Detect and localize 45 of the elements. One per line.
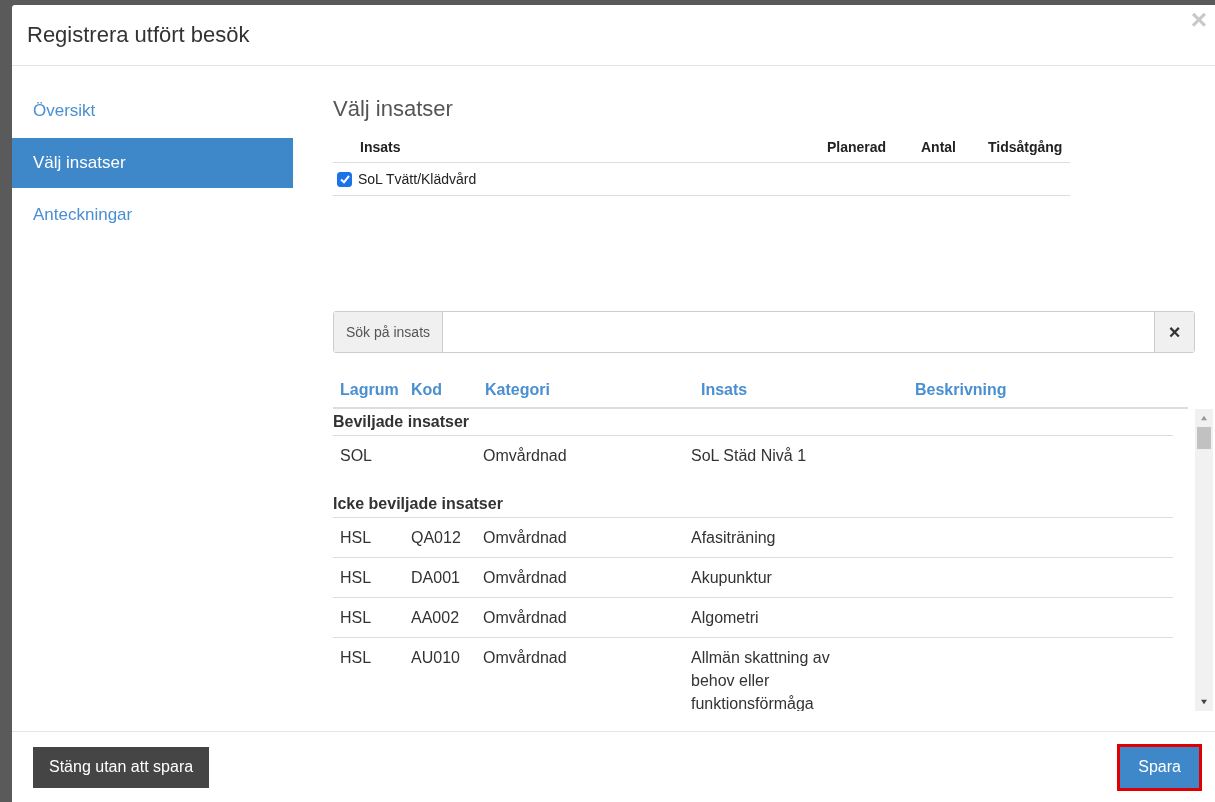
scroll-down-icon[interactable] [1200,699,1208,705]
table-cell-text: HSL [340,608,373,628]
column-header: Insats [360,139,402,155]
table-cell-text: SoL Städ Nivå 1 [691,446,808,466]
scroll-up-icon[interactable] [1200,415,1208,421]
table-cell: AA002 [411,609,460,626]
column-header[interactable]: Kategori [485,381,701,399]
table-cell-text: HSL [340,648,373,668]
save-button[interactable]: Spara [1120,746,1199,788]
table-cell-text: Omvårdnad [483,568,568,588]
sidebar-item[interactable]: Välj insatser [12,138,293,188]
search-label: Sök på insats [334,312,444,352]
table-cell-text: SOL [340,446,373,466]
table-cell: QA012 [411,529,461,546]
table-cell-text: Algometri [691,608,760,628]
table-cell: SoL Tvätt/Klädvård [358,171,477,187]
close-without-saving-button[interactable]: Stäng utan att spara [33,746,210,788]
table-cell-text: Afasiträning [691,528,777,548]
clear-button[interactable]: × [1154,312,1194,352]
sidebar-item[interactable]: Anteckningar [12,190,293,240]
sidebar-item[interactable]: Översikt [12,86,293,136]
table-cell: AU010 [411,649,460,666]
section-heading: Välj insatser [333,96,454,122]
table-cell-text: Omvårdnad [483,528,568,548]
column-header[interactable]: Beskrivning [915,381,1188,399]
table-cell-text: Omvårdnad [483,648,568,668]
group-heading: Beviljade insatser [333,409,1173,436]
column-header[interactable]: Kod [411,381,485,399]
checkbox[interactable] [337,171,352,187]
search-field[interactable]: Sök på insats × [333,311,1195,353]
table-cell: DA001 [411,569,460,586]
column-header: Planerad [827,139,888,155]
column-header[interactable]: Lagrum [340,381,411,399]
table-cell-text: Omvårdnad [483,608,568,628]
column-header[interactable]: Insats [701,381,915,399]
scroll-thumb[interactable] [1197,427,1211,449]
table-cell-text: Akupunktur [691,568,773,588]
table-cell-text: HSL [340,568,373,588]
scrollbar[interactable] [1195,409,1213,711]
column-header: Tidsåtgång [988,139,1064,155]
group-heading: Icke beviljade insatser [333,491,1173,518]
column-header: Antal [921,139,957,155]
dialog-title: Registrera utfört besök [27,22,250,48]
table-cell-text: Omvårdnad [483,446,568,466]
table-cell-text: HSL [340,528,373,548]
